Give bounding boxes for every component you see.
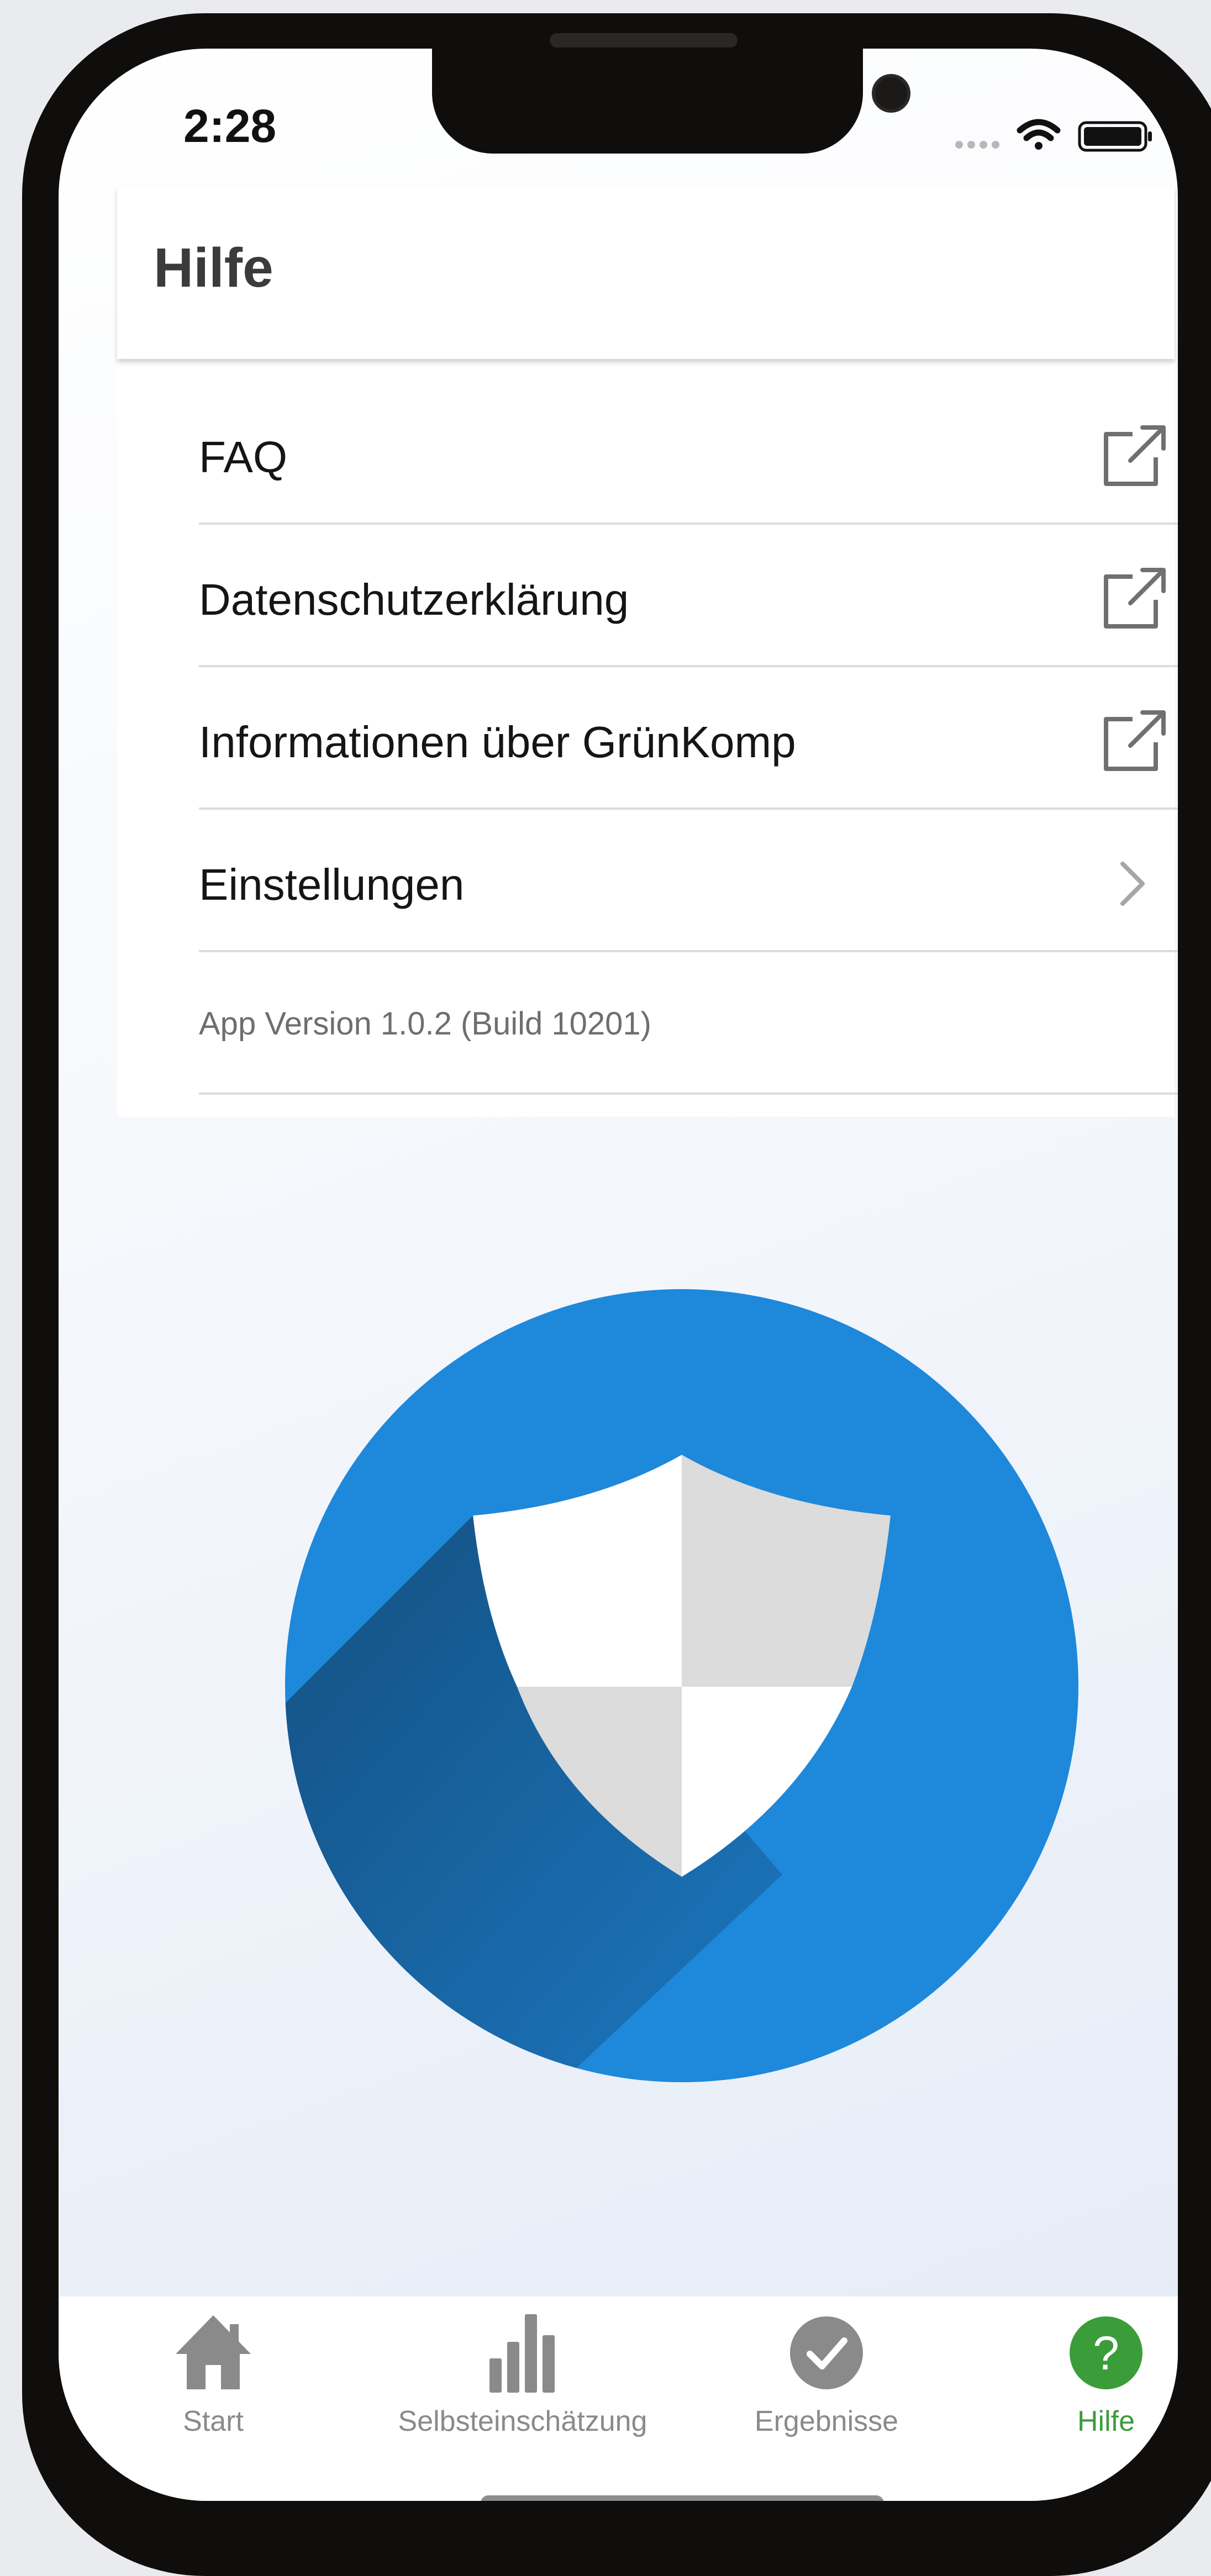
home-icon — [176, 2315, 251, 2389]
tab-label: Hilfe — [1077, 2405, 1135, 2437]
tab-label: Selbsteinschätzung — [398, 2405, 647, 2437]
bar-chart-icon — [489, 2314, 555, 2393]
tab-help[interactable]: ? Hilfe — [1029, 2297, 1178, 2462]
notch — [432, 49, 910, 154]
navigation-header — [117, 187, 1175, 359]
menu-item-label: Informationen über GrünKomp — [199, 717, 796, 767]
app-screen: 2:28 Hilfe FAQ Datenschutzerklärung Info… — [59, 49, 1178, 2501]
tab-label: Start — [183, 2405, 244, 2437]
menu-item-privacy[interactable]: Datenschutzerklärung — [199, 525, 1178, 667]
checkmark-circle-icon — [790, 2316, 863, 2389]
signal-dots-icon — [955, 141, 999, 149]
battery-icon — [1078, 121, 1152, 152]
speaker-slot — [550, 33, 738, 47]
page-title: Hilfe — [154, 237, 273, 299]
app-version-row: App Version 1.0.2 (Build 10201) — [199, 952, 1178, 1095]
menu-item-settings[interactable]: Einstellungen — [199, 810, 1178, 952]
svg-text:?: ? — [1093, 2327, 1119, 2380]
phone-frame: 2:28 Hilfe FAQ Datenschutzerklärung Info… — [22, 13, 1211, 2576]
app-version-text: App Version 1.0.2 (Build 10201) — [199, 1006, 651, 1042]
external-link-icon — [1104, 568, 1166, 629]
tab-start[interactable]: Start — [147, 2297, 280, 2462]
tab-bar: Start Selbsteinschätzung Ergebnisse ? Hi… — [59, 2297, 1178, 2501]
menu-item-label: Einstellungen — [199, 860, 465, 909]
external-link-icon — [1104, 710, 1166, 771]
menu-item-faq[interactable]: FAQ — [199, 382, 1178, 525]
wifi-icon — [1017, 119, 1061, 150]
front-camera — [872, 74, 910, 113]
menu-item-label: FAQ — [199, 432, 288, 482]
tab-self-assessment[interactable]: Selbsteinschätzung — [368, 2297, 677, 2462]
status-time: 2:28 — [183, 100, 277, 152]
tab-label: Ergebnisse — [754, 2405, 899, 2437]
status-icons — [955, 119, 1152, 152]
tab-results[interactable]: Ergebnisse — [716, 2297, 937, 2462]
chevron-right-icon — [1120, 862, 1145, 906]
external-link-icon — [1104, 425, 1166, 486]
help-circle-icon: ? — [1070, 2316, 1142, 2389]
home-indicator[interactable] — [481, 2495, 884, 2501]
menu-item-about[interactable]: Informationen über GrünKomp — [199, 667, 1178, 810]
shield-logo-icon — [285, 1289, 1078, 2082]
menu-item-label: Datenschutzerklärung — [199, 575, 629, 624]
